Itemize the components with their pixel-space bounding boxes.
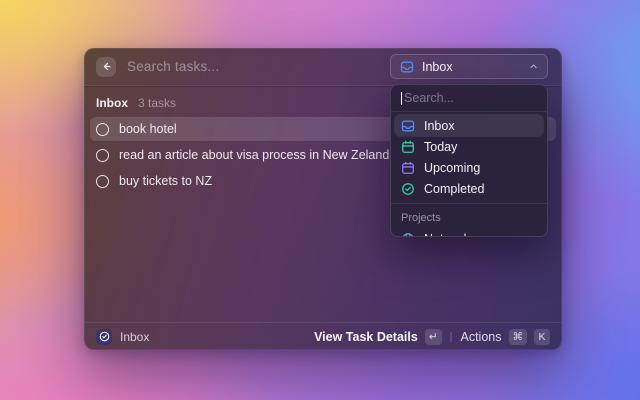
- context-label: Inbox: [120, 330, 149, 344]
- dropdown-item-label: Upcoming: [424, 161, 480, 175]
- filter-select-label: Inbox: [422, 60, 453, 74]
- check-circle-icon: [401, 182, 415, 196]
- filter-dropdown: Search... Inbox Today Upcoming: [390, 84, 548, 237]
- task-title: book hotel: [119, 122, 177, 136]
- chevron-up-icon: [529, 62, 538, 71]
- back-button[interactable]: [96, 57, 116, 77]
- dropdown-item-upcoming[interactable]: Upcoming: [395, 157, 543, 178]
- dropdown-search-input[interactable]: Search...: [391, 85, 547, 112]
- dropdown-item-label: Today: [424, 140, 457, 154]
- task-checkbox[interactable]: [96, 123, 109, 136]
- task-checkbox[interactable]: [96, 149, 109, 162]
- globe-icon: [401, 232, 415, 238]
- dropdown-item-today[interactable]: Today: [395, 136, 543, 157]
- dropdown-item-networks[interactable]: Networks: [395, 228, 543, 237]
- projects-section-label: Projects: [391, 204, 547, 228]
- dropdown-item-label: Inbox: [424, 119, 455, 133]
- task-count: 3 tasks: [138, 96, 176, 110]
- actions-action[interactable]: Actions: [461, 330, 502, 344]
- app-logo-icon: [96, 329, 112, 345]
- calendar-today-icon: [401, 140, 415, 154]
- text-caret: [401, 92, 402, 105]
- dropdown-item-inbox[interactable]: Inbox: [395, 115, 543, 136]
- quick-search-window: Inbox 3 tasks book hotel read an article…: [84, 48, 562, 350]
- dropdown-item-label: Networks: [424, 232, 476, 238]
- calendar-upcoming-icon: [401, 161, 415, 175]
- dropdown-item-label: Completed: [424, 182, 484, 196]
- filter-select-button[interactable]: Inbox: [390, 54, 548, 79]
- task-checkbox[interactable]: [96, 175, 109, 188]
- dropdown-search-placeholder: Search...: [404, 91, 454, 105]
- arrow-left-icon: [101, 61, 112, 72]
- task-title: read an article about visa process in Ne…: [119, 148, 389, 162]
- task-title: buy tickets to NZ: [119, 174, 212, 188]
- inbox-icon: [400, 60, 414, 74]
- status-bar: Inbox View Task Details ↵ | Actions ⌘ K: [84, 322, 562, 350]
- k-key-badge: K: [534, 329, 550, 345]
- separator: |: [449, 331, 454, 343]
- view-task-details-action[interactable]: View Task Details: [314, 330, 418, 344]
- dropdown-items: Inbox Today Upcoming Completed: [391, 112, 547, 199]
- inbox-icon: [401, 119, 415, 133]
- return-key-badge: ↵: [425, 329, 442, 345]
- list-title: Inbox: [96, 96, 128, 110]
- dropdown-item-completed[interactable]: Completed: [395, 178, 543, 199]
- command-key-badge: ⌘: [509, 329, 528, 345]
- top-bar: Search tasks... Inbox: [84, 48, 562, 86]
